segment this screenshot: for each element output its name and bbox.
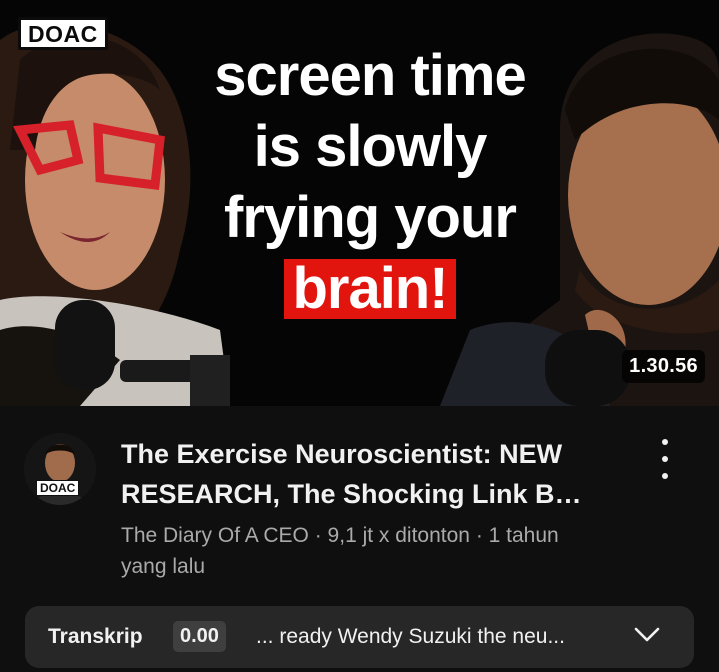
video-title[interactable]: The Exercise Neuroscientist: NEW RESEARC…: [121, 434, 641, 514]
video-meta: The Diary Of A CEO · 9,1 jt x ditonton ·…: [121, 520, 631, 582]
thumbnail-headline: screen time is slowly frying your brain!: [150, 40, 590, 324]
video-meta-line-2: yang lalu: [121, 555, 206, 578]
video-thumbnail[interactable]: DOAC screen time is slowly frying your b…: [0, 0, 719, 406]
headline-line-2: is slowly: [253, 114, 488, 179]
chevron-down-icon[interactable]: [634, 626, 660, 644]
transcript-timestamp[interactable]: 0.00: [173, 621, 226, 652]
duration-badge: 1.30.56: [622, 350, 705, 383]
avatar-doac-badge: DOAC: [36, 480, 80, 496]
headline-highlight: brain!: [284, 259, 456, 319]
doac-logo: DOAC: [18, 17, 108, 50]
transcript-label: Transkrip: [48, 625, 143, 648]
headline-line-1: screen time: [214, 43, 526, 108]
video-title-line-1: The Exercise Neuroscientist: NEW: [121, 439, 563, 469]
headline-line-3: frying your: [224, 185, 517, 250]
video-details: DOAC The Exercise Neuroscientist: NEW RE…: [0, 406, 719, 606]
channel-avatar[interactable]: DOAC: [24, 433, 96, 505]
vertical-dots-icon[interactable]: [653, 439, 677, 479]
video-title-line-2: RESEARCH, The Shocking Link B…: [121, 479, 582, 509]
transcript-bar[interactable]: Transkrip 0.00 ... ready Wendy Suzuki th…: [25, 606, 694, 668]
video-meta-line-1: The Diary Of A CEO · 9,1 jt x ditonton ·…: [121, 524, 559, 547]
transcript-snippet: ... ready Wendy Suzuki the neu...: [256, 625, 565, 648]
